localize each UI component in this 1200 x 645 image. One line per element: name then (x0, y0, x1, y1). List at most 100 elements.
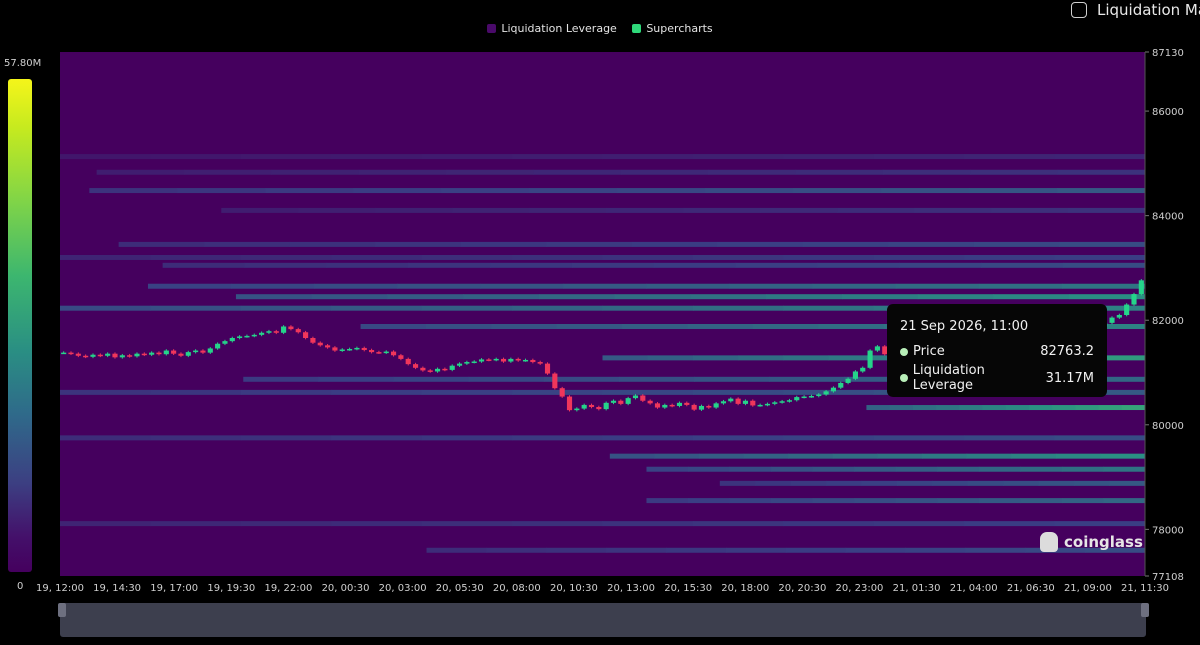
navigator-left-handle[interactable] (58, 603, 66, 617)
liquidation-band-segment (271, 169, 360, 175)
liquidation-band-segment (240, 154, 332, 160)
liquidation-band-segment (1061, 466, 1104, 472)
candle-body (317, 342, 323, 346)
candle-body (632, 395, 639, 399)
liquidation-band-segment (421, 154, 513, 160)
liquidation-band-segment (162, 262, 245, 268)
candle-body (1124, 304, 1130, 315)
liquidation-band-segment (912, 405, 937, 411)
liquidation-band-segment (89, 188, 178, 194)
liquidation-band-segment (244, 262, 327, 268)
liquidation-band-segment (240, 305, 332, 311)
liquidation-band-segment (546, 547, 607, 553)
liquidation-band-segment (895, 498, 938, 504)
liquidation-band-segment (1057, 188, 1146, 194)
liquidation-band-segment (425, 323, 492, 329)
candle-body (757, 404, 763, 407)
liquidation-band-segment (240, 521, 332, 527)
candle-body (830, 387, 836, 392)
liquidation-band-segment (873, 521, 965, 527)
liquidation-band-segment (529, 188, 618, 194)
liquidation-band-segment (609, 453, 655, 459)
liquidation-band-segment (966, 453, 1012, 459)
tooltip-leverage-row: Liquidation Leverage 31.17M (900, 363, 1094, 393)
candle-body (390, 351, 397, 356)
x-tick-label: 20, 23:00 (836, 583, 884, 594)
liquidation-band-segment (771, 498, 814, 504)
liquidation-band-segment (646, 283, 731, 289)
candle-body (654, 403, 661, 408)
candle-body (1109, 317, 1115, 323)
liquidation-band-segment (421, 521, 513, 527)
liquidation-band-segment (818, 323, 885, 329)
liquidation-band-segment (735, 262, 819, 268)
x-tick-label: 19, 14:30 (93, 583, 141, 594)
candle-body (610, 400, 617, 403)
candle-body (119, 355, 125, 358)
liquidation-band-segment (617, 188, 706, 194)
liquidation-band-segment (452, 207, 530, 213)
candle-body (574, 408, 580, 411)
liquidation-band-segment (743, 453, 789, 459)
candle-body (1116, 314, 1122, 318)
liquidation-band-segment (861, 480, 898, 486)
liquidation-band-segment (60, 521, 151, 527)
liquidation-band-segment (150, 389, 242, 395)
liquidation-band-segment (705, 188, 794, 194)
liquidation-band-segment (690, 294, 767, 300)
liquidation-band-segment (817, 262, 900, 268)
x-tick-label: 20, 05:30 (436, 583, 484, 594)
liquidation-band-segment (147, 283, 232, 289)
candle-body (434, 368, 441, 372)
liquidation-band-segment (571, 262, 655, 268)
candle-body (1131, 294, 1137, 305)
liquidation-band-segment (480, 283, 564, 289)
x-tick-label: 20, 08:00 (493, 583, 541, 594)
candle-body (427, 370, 433, 372)
candle-body (581, 404, 587, 409)
liquidation-band-segment (446, 169, 534, 175)
liquidation-band-segment (289, 241, 376, 247)
watermark-text: coinglass (1064, 533, 1143, 551)
x-tick-label: 19, 17:00 (150, 583, 198, 594)
x-tick-label: 21, 09:00 (1064, 583, 1112, 594)
time-range-navigator[interactable] (60, 603, 1146, 637)
liquidation-band-segment (832, 453, 878, 459)
candle-body (339, 349, 345, 352)
liquidation-band-segment (873, 435, 965, 441)
liquidation-band-segment (802, 241, 889, 247)
liquidation-band-segment (1005, 405, 1030, 411)
candle-body (112, 353, 118, 358)
liquidation-band-segment (512, 305, 603, 311)
liquidation-band-segment (873, 254, 965, 260)
candle-body (251, 334, 257, 337)
y-tick-label: 78000 (1152, 525, 1184, 536)
liquidation-band-segment (1100, 453, 1146, 459)
candle-body (860, 367, 866, 372)
candle-body (442, 368, 448, 371)
liquidation-band-segment (964, 521, 1056, 527)
liquidation-band-segment (729, 498, 772, 504)
liquidation-band-segment (1109, 480, 1146, 486)
liquidation-band-segment (917, 294, 994, 300)
candle-body (405, 358, 411, 365)
navigator-right-handle[interactable] (1141, 603, 1149, 617)
candle-body (559, 388, 565, 397)
liquidation-band-segment (783, 355, 830, 361)
liquidation-band-segment (240, 389, 332, 395)
candle-body (742, 400, 749, 404)
liquidation-band-segment (184, 169, 272, 175)
liquidation-band-segment (826, 480, 863, 486)
liquidation-band-segment (1068, 207, 1146, 213)
liquidation-band-segment (692, 305, 784, 311)
liquidation-band-segment (204, 241, 291, 247)
candle-body (779, 401, 785, 403)
liquidation-band-segment (866, 405, 891, 411)
candle-body (237, 336, 243, 338)
liquidation-band-segment (426, 547, 487, 553)
liquidation-band-segment (538, 294, 616, 300)
liquidation-band-segment (899, 262, 982, 268)
liquidation-band-segment (177, 188, 266, 194)
liquidation-band-segment (783, 521, 875, 527)
liquidation-band-segment (602, 154, 694, 160)
